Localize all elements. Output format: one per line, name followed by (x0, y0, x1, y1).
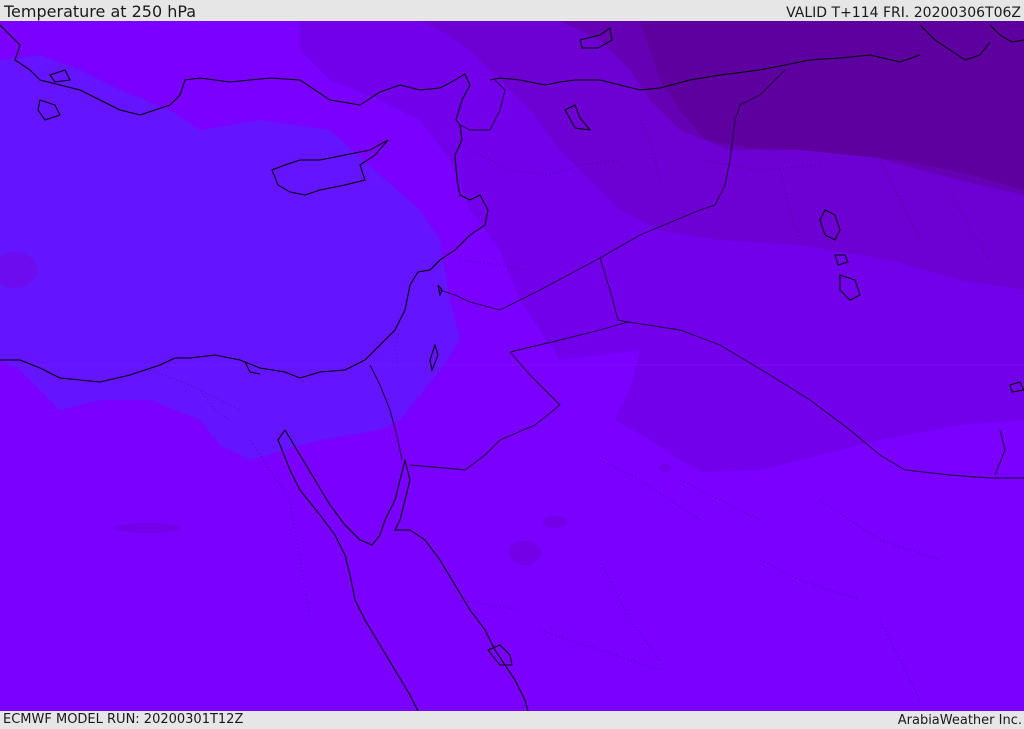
cold-patch-5 (659, 464, 671, 472)
cold-patch-4 (116, 523, 180, 533)
valid-time: VALID T+114 FRI. 20200306T06Z (786, 5, 1021, 21)
credit: ArabiaWeather Inc. (897, 713, 1022, 728)
temperature-map (0, 21, 1024, 711)
map-title: Temperature at 250 hPa (4, 2, 197, 21)
footer-bar: ECMWF MODEL RUN: 20200301T12Z ArabiaWeat… (0, 711, 1024, 729)
cold-patch-2 (543, 516, 567, 528)
cold-patch-3 (509, 541, 541, 565)
model-run: ECMWF MODEL RUN: 20200301T12Z (3, 712, 244, 727)
header-bar: Temperature at 250 hPa VALID T+114 FRI. … (0, 0, 1024, 21)
weather-map-frame: Temperature at 250 hPa VALID T+114 FRI. … (0, 0, 1024, 729)
